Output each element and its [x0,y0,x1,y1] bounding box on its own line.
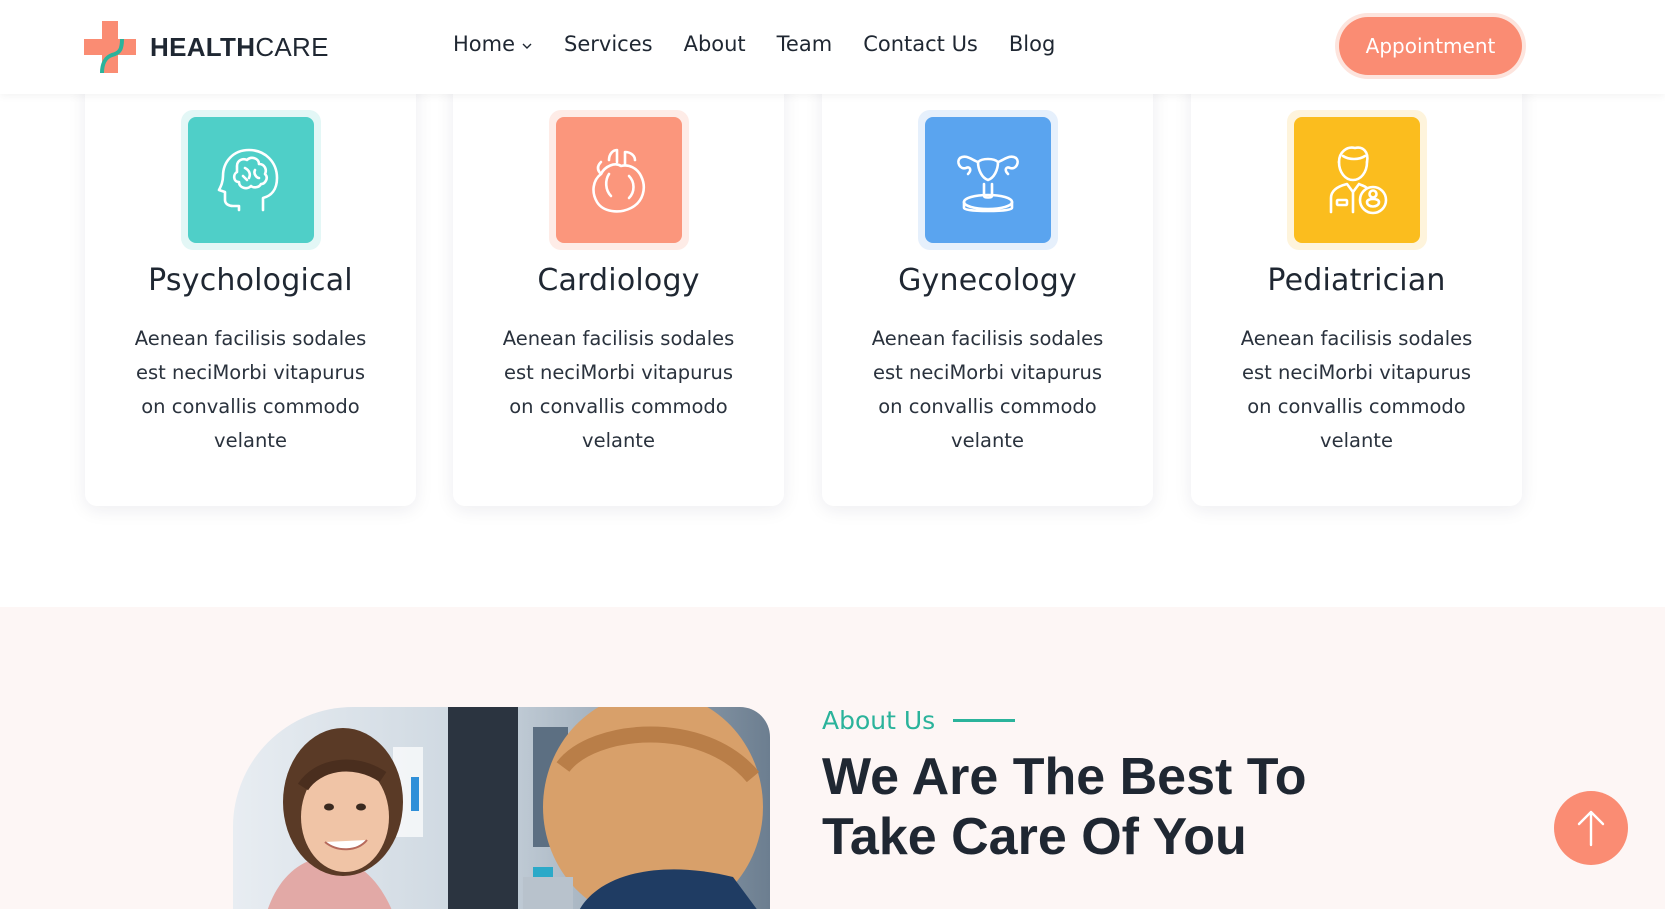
service-icon-frame [548,110,689,250]
chevron-down-icon [522,43,532,49]
nav-item-blog[interactable]: Blog [1009,32,1055,56]
nav-item-contact[interactable]: Contact Us [863,32,978,56]
service-card-psychological[interactable]: Psychological Aenean facilisis sodales e… [85,60,416,506]
logo-wordmark-bold: HEALTH [150,32,256,62]
service-title: Cardiology [537,263,700,298]
about-divider-line [953,719,1016,722]
about-label: About Us [822,706,936,735]
service-title: Pediatrician [1267,263,1446,298]
about-section: About Us We Are The Best To Take Care Of… [0,607,1665,909]
site-header: HEALTHCARE Home Services About Team Cont… [0,0,1665,94]
nav-item-label: Services [564,32,653,56]
service-description: Aenean facilisis sodales est neciMorbi v… [1240,327,1473,452]
about-heading: We Are The Best To Take Care Of You [822,748,1307,866]
service-icon-frame [1286,110,1427,250]
doctor-patient-photo [233,707,770,909]
about-eyebrow: About Us [822,706,1016,735]
brain-icon [187,117,314,243]
uterus-icon [924,117,1051,243]
service-icon-frame [180,110,321,250]
nav-item-team[interactable]: Team [777,32,833,56]
appointment-button[interactable]: Appointment [1339,17,1522,75]
cross-logo-icon [84,21,136,73]
nav-item-home[interactable]: Home [453,32,533,56]
logo-wordmark: HEALTHCARE [150,32,329,63]
heart-icon [555,117,682,243]
service-title: Psychological [148,263,353,298]
service-description: Aenean facilisis sodales est neciMorbi v… [871,327,1104,452]
nav-item-label: Blog [1008,32,1056,56]
service-description: Aenean facilisis sodales est neciMorbi v… [134,327,367,452]
nav-item-label: Home [453,32,516,56]
arrow-up-icon [1577,810,1605,847]
scroll-to-top-button[interactable] [1554,791,1628,865]
service-card-pediatrician[interactable]: Pediatrician Aenean facilisis sodales es… [1191,60,1522,506]
pediatrician-icon [1293,117,1420,243]
service-card-cardiology[interactable]: Cardiology Aenean facilisis sodales est … [453,60,784,506]
nav-item-label: Contact Us [863,32,978,56]
logo-wordmark-light: CARE [255,32,329,62]
nav-item-label: About [683,32,746,56]
nav-item-about[interactable]: About [684,32,746,56]
nav-item-label: Team [776,32,833,56]
site-logo[interactable]: HEALTHCARE [84,21,328,73]
nav-item-services[interactable]: Services [564,32,653,56]
main-nav: Home Services About Team Contact Us Blog [453,32,1055,56]
service-title: Gynecology [898,263,1077,298]
service-icon-frame [917,110,1058,250]
service-description: Aenean facilisis sodales est neciMorbi v… [502,327,735,452]
service-card-gynecology[interactable]: Gynecology Aenean facilisis sodales est … [822,60,1153,506]
